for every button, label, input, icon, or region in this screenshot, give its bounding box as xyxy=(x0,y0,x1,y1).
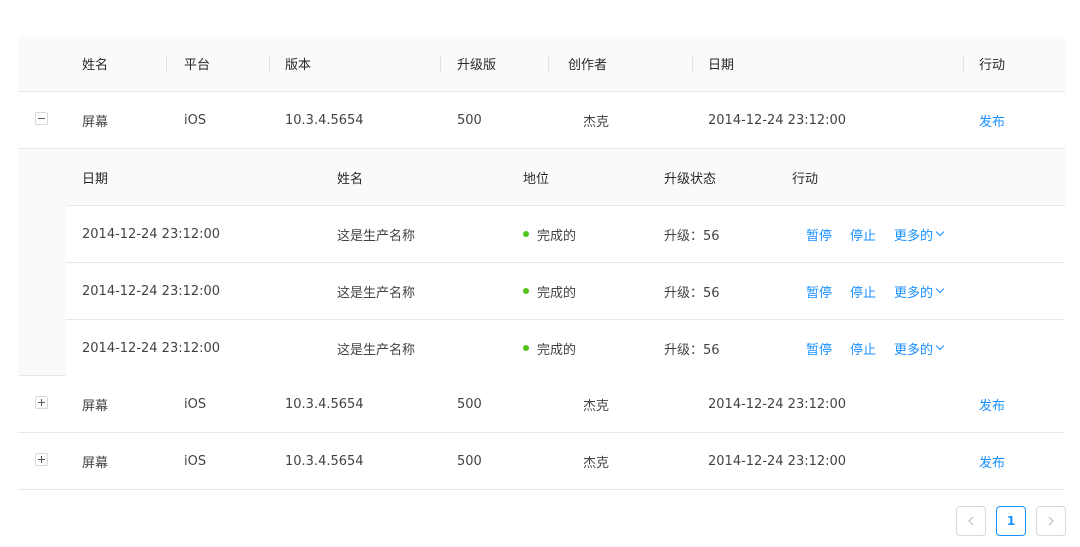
nested-row-upgrade: 升级：56 xyxy=(664,228,720,244)
expand-row-icon[interactable] xyxy=(35,453,48,466)
more-dropdown[interactable]: 更多的 xyxy=(894,263,945,319)
table-row: 屏幕 iOS 10.3.4.5654 500 杰克 2014-12-24 23:… xyxy=(18,433,1065,490)
nested-row-name: 这是生产名称 xyxy=(337,228,416,244)
nested-row-name: 这是生产名称 xyxy=(337,285,416,301)
table-row: 屏幕 iOS 10.3.4.5654 500 杰克 2014-12-24 23:… xyxy=(18,92,1065,149)
expanded-row: 日期 姓名 地位 升级状态 行动 2014-12-24 23:12:00 这是生… xyxy=(18,149,1065,376)
nested-row-date: 2014-12-24 23:12:00 xyxy=(82,283,221,299)
stop-link[interactable]: 停止 xyxy=(850,206,876,262)
chevron-right-icon xyxy=(1048,516,1054,526)
publish-link[interactable]: 发布 xyxy=(979,376,1005,432)
row-date: 2014-12-24 23:12:00 xyxy=(708,396,847,412)
header-date: 日期 xyxy=(708,58,735,73)
row-platform: iOS xyxy=(184,112,207,128)
chevron-left-icon xyxy=(968,516,974,526)
header-version: 版本 xyxy=(285,58,312,73)
nested-row-upgrade: 升级：56 xyxy=(664,285,720,301)
publish-link[interactable]: 发布 xyxy=(979,92,1005,148)
row-upgrade: 500 xyxy=(457,112,482,128)
more-dropdown[interactable]: 更多的 xyxy=(894,320,945,376)
row-name: 屏幕 xyxy=(82,114,109,130)
nested-header-status: 地位 xyxy=(523,171,550,187)
prev-page-button[interactable] xyxy=(956,506,986,536)
status-text: 完成的 xyxy=(537,285,577,301)
nested-header-action: 行动 xyxy=(792,171,819,187)
more-label: 更多的 xyxy=(894,342,934,358)
next-page-button[interactable] xyxy=(1036,506,1066,536)
row-version: 10.3.4.5654 xyxy=(285,453,364,469)
row-platform: iOS xyxy=(184,453,207,469)
nested-row: 2014-12-24 23:12:00 这是生产名称 完成的 升级：56 暂停 … xyxy=(66,263,1065,320)
status-dot-icon xyxy=(523,231,529,237)
chevron-down-icon xyxy=(935,341,945,351)
row-version: 10.3.4.5654 xyxy=(285,396,364,412)
status-text: 完成的 xyxy=(537,342,577,358)
nested-row-status: 完成的 xyxy=(523,206,576,262)
header-action: 行动 xyxy=(979,58,1006,73)
row-version: 10.3.4.5654 xyxy=(285,112,364,128)
publish-link[interactable]: 发布 xyxy=(979,433,1005,489)
status-dot-icon xyxy=(523,288,529,294)
header-creator: 创作者 xyxy=(568,58,608,73)
more-label: 更多的 xyxy=(894,285,934,301)
nested-header-upgrade-status: 升级状态 xyxy=(664,171,717,187)
nested-row-upgrade: 升级：56 xyxy=(664,342,720,358)
row-creator: 杰克 xyxy=(583,114,610,130)
stop-link[interactable]: 停止 xyxy=(850,320,876,376)
stop-link[interactable]: 停止 xyxy=(850,263,876,319)
row-date: 2014-12-24 23:12:00 xyxy=(708,112,847,128)
nested-header-date: 日期 xyxy=(82,171,109,187)
nested-row: 2014-12-24 23:12:00 这是生产名称 完成的 升级：56 暂停 … xyxy=(66,206,1065,263)
header-divider xyxy=(548,55,549,73)
header-divider xyxy=(692,55,693,73)
more-label: 更多的 xyxy=(894,228,934,244)
header-divider xyxy=(440,55,441,73)
pause-link[interactable]: 暂停 xyxy=(806,320,832,376)
release-table: 姓名 平台 版本 升级版 创作者 日期 行动 屏幕 iOS 10.3.4.565… xyxy=(18,36,1065,490)
nested-row-status: 完成的 xyxy=(523,263,576,319)
nested-row-date: 2014-12-24 23:12:00 xyxy=(82,226,221,242)
header-divider xyxy=(166,55,167,73)
row-date: 2014-12-24 23:12:00 xyxy=(708,453,847,469)
row-platform: iOS xyxy=(184,396,207,412)
nested-row: 2014-12-24 23:12:00 这是生产名称 完成的 升级：56 暂停 … xyxy=(66,320,1065,376)
header-upgrade: 升级版 xyxy=(457,58,497,73)
status-text: 完成的 xyxy=(537,228,577,244)
nested-row-date: 2014-12-24 23:12:00 xyxy=(82,340,221,356)
collapse-row-icon[interactable] xyxy=(35,112,48,125)
nested-header-name: 姓名 xyxy=(337,171,364,187)
row-upgrade: 500 xyxy=(457,396,482,412)
row-upgrade: 500 xyxy=(457,453,482,469)
nested-table: 日期 姓名 地位 升级状态 行动 2014-12-24 23:12:00 这是生… xyxy=(66,149,1065,376)
pause-link[interactable]: 暂停 xyxy=(806,206,832,262)
pause-link[interactable]: 暂停 xyxy=(806,263,832,319)
pagination: 1 xyxy=(956,506,1066,538)
row-creator: 杰克 xyxy=(583,398,610,414)
more-dropdown[interactable]: 更多的 xyxy=(894,206,945,262)
chevron-down-icon xyxy=(935,284,945,294)
header-platform: 平台 xyxy=(184,58,211,73)
header-name: 姓名 xyxy=(82,58,109,73)
row-name: 屏幕 xyxy=(82,455,109,471)
row-creator: 杰克 xyxy=(583,455,610,471)
chevron-down-icon xyxy=(935,227,945,237)
status-dot-icon xyxy=(523,345,529,351)
row-name: 屏幕 xyxy=(82,398,109,414)
nested-row-name: 这是生产名称 xyxy=(337,342,416,358)
table-header: 姓名 平台 版本 升级版 创作者 日期 行动 xyxy=(18,36,1065,92)
expand-row-icon[interactable] xyxy=(35,396,48,409)
header-divider xyxy=(269,55,270,73)
page-1-button[interactable]: 1 xyxy=(996,506,1026,536)
nested-row-status: 完成的 xyxy=(523,320,576,376)
header-divider xyxy=(963,55,964,73)
nested-header: 日期 姓名 地位 升级状态 行动 xyxy=(66,149,1065,206)
table-row: 屏幕 iOS 10.3.4.5654 500 杰克 2014-12-24 23:… xyxy=(18,376,1065,433)
